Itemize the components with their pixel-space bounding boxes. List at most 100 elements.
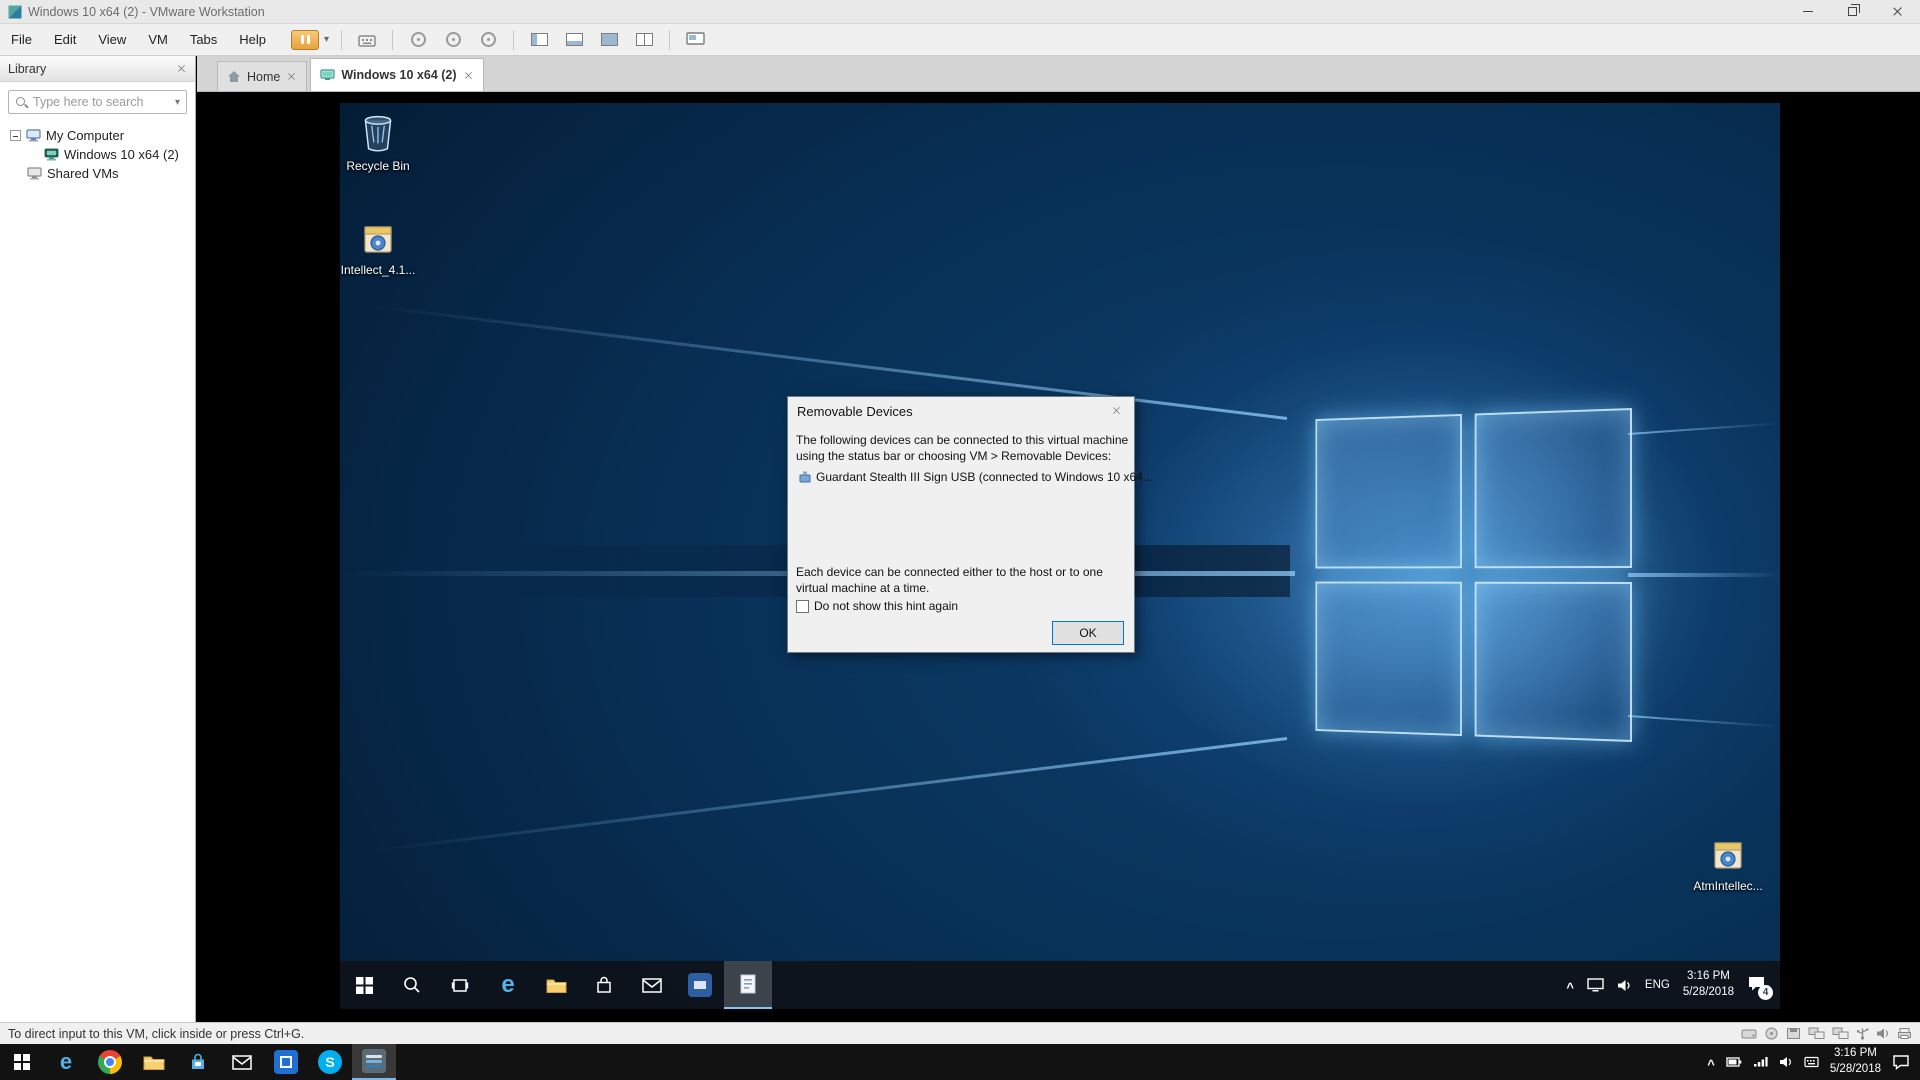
snapshot-icon xyxy=(411,32,426,47)
volume-icon[interactable] xyxy=(1779,1056,1793,1068)
revert-icon xyxy=(446,32,461,47)
menu-edit[interactable]: Edit xyxy=(43,28,87,52)
edge-icon: e xyxy=(60,1051,72,1073)
vm-mail-button[interactable] xyxy=(628,961,676,1009)
tree-item-vm[interactable]: Windows 10 x64 (2) xyxy=(0,145,195,164)
usb-controller-icon[interactable] xyxy=(1856,1027,1869,1040)
network-adapter-icon[interactable] xyxy=(1808,1027,1825,1040)
show-thumbnail-bar-button[interactable] xyxy=(561,29,587,51)
revert-snapshot-button[interactable] xyxy=(440,29,466,51)
desktop-icon-intellect[interactable]: Intellect_4.1... xyxy=(345,217,411,277)
send-ctrl-alt-del-button[interactable] xyxy=(354,29,380,51)
vm-action-center-button[interactable]: 4 xyxy=(1747,975,1766,995)
show-library-button[interactable] xyxy=(526,29,552,51)
mail-icon xyxy=(642,978,662,993)
show-hidden-icons-chevron[interactable]: ^ xyxy=(1707,1057,1715,1072)
host-time: 3:16 PM xyxy=(1830,1046,1881,1062)
desktop-icon-atmintellect[interactable]: AtmIntellec... xyxy=(1695,833,1761,893)
menu-help[interactable]: Help xyxy=(228,28,277,52)
file-explorer-icon xyxy=(546,977,567,994)
take-snapshot-button[interactable] xyxy=(405,29,431,51)
suspend-dropdown-icon[interactable]: ▾ xyxy=(324,34,329,45)
host-edge-button[interactable]: e xyxy=(44,1044,88,1080)
tab-vm[interactable]: Windows 10 x64 (2) xyxy=(310,58,483,91)
vm-active-app-button[interactable] xyxy=(724,961,772,1009)
windows-logo xyxy=(1315,408,1632,742)
close-button[interactable] xyxy=(1875,0,1920,23)
tree-item-my-computer[interactable]: My Computer xyxy=(0,126,195,145)
show-hidden-icons-chevron[interactable]: ^ xyxy=(1566,980,1574,995)
search-dropdown-icon[interactable]: ▾ xyxy=(175,97,180,108)
suspend-button[interactable] xyxy=(291,30,319,50)
dialog-title: Removable Devices xyxy=(797,404,913,419)
floppy-icon[interactable] xyxy=(1786,1027,1801,1040)
vm-display-area[interactable]: Recycle Bin Intellect_4.1... A xyxy=(197,92,1920,1022)
hard-disk-icon[interactable] xyxy=(1741,1027,1757,1040)
tab-close-icon[interactable] xyxy=(464,71,473,80)
thumbnail-bar-icon xyxy=(566,33,583,46)
manage-snapshots-button[interactable] xyxy=(475,29,501,51)
sound-card-icon[interactable] xyxy=(1876,1027,1890,1040)
desktop-icon-label: Intellect_4.1... xyxy=(341,263,416,277)
host-mail-button[interactable] xyxy=(220,1044,264,1080)
host-clock[interactable]: 3:16 PM 5/28/2018 xyxy=(1830,1046,1881,1077)
toolbar-separator xyxy=(669,30,670,50)
cdrom-icon[interactable] xyxy=(1764,1027,1779,1040)
search-icon xyxy=(403,976,421,994)
checkbox[interactable] xyxy=(796,600,809,613)
vm-store-button[interactable] xyxy=(580,961,628,1009)
vm-app-button[interactable] xyxy=(676,961,724,1009)
menubar: File Edit View VM Tabs Help ▾ xyxy=(0,24,1920,56)
menu-tabs[interactable]: Tabs xyxy=(179,28,228,52)
ok-button[interactable]: OK xyxy=(1052,621,1124,645)
dialog-intro-text: The following devices can be connected t… xyxy=(796,433,1130,464)
windows-logo-pane xyxy=(1475,582,1632,742)
fullscreen-button[interactable] xyxy=(596,29,622,51)
tree-item-shared-vms[interactable]: Shared VMs xyxy=(0,164,195,183)
battery-icon[interactable] xyxy=(1726,1056,1742,1068)
collapse-icon[interactable] xyxy=(10,130,21,141)
dialog-note-text: Each device can be connected either to t… xyxy=(796,565,1126,596)
vm-edge-button[interactable]: e xyxy=(484,961,532,1009)
volume-icon[interactable] xyxy=(1617,979,1632,992)
host-skype-button[interactable]: S xyxy=(308,1044,352,1080)
vm-screen[interactable]: Recycle Bin Intellect_4.1... A xyxy=(340,103,1780,1009)
dialog-titlebar[interactable]: Removable Devices xyxy=(788,397,1134,425)
host-start-button[interactable] xyxy=(0,1044,44,1080)
dont-show-again-option[interactable]: Do not show this hint again xyxy=(796,599,958,613)
language-indicator[interactable]: ENG xyxy=(1645,979,1670,991)
vm-file-explorer-button[interactable] xyxy=(532,961,580,1009)
restore-button[interactable] xyxy=(1830,0,1875,23)
network-adapter-icon-2[interactable] xyxy=(1832,1027,1849,1040)
vm-start-button[interactable] xyxy=(340,961,388,1009)
action-center-icon[interactable] xyxy=(1892,1054,1910,1070)
vm-task-view-button[interactable] xyxy=(436,961,484,1009)
tree-item-label: Shared VMs xyxy=(47,166,119,181)
library-close-button[interactable] xyxy=(176,63,187,74)
menu-view[interactable]: View xyxy=(87,28,137,52)
menu-vm[interactable]: VM xyxy=(137,28,179,52)
windows-logo-pane xyxy=(1475,408,1632,568)
host-file-explorer-button[interactable] xyxy=(132,1044,176,1080)
desktop-icon-recycle-bin[interactable]: Recycle Bin xyxy=(345,111,411,173)
host-vmware-button[interactable] xyxy=(352,1044,396,1080)
console-view-button[interactable] xyxy=(682,29,708,51)
network-icon[interactable] xyxy=(1587,978,1604,992)
menu-file[interactable]: File xyxy=(0,28,43,52)
host-chrome-button[interactable] xyxy=(88,1044,132,1080)
device-list-item[interactable]: Guardant Stealth III Sign USB (connected… xyxy=(798,470,1153,484)
vm-clock[interactable]: 3:16 PM 5/28/2018 xyxy=(1683,969,1734,1000)
search-input[interactable] xyxy=(33,95,170,109)
unity-button[interactable] xyxy=(631,29,657,51)
host-store-button[interactable] xyxy=(176,1044,220,1080)
dialog-close-button[interactable] xyxy=(1098,397,1134,423)
tab-home[interactable]: Home xyxy=(217,61,307,91)
vm-search-button[interactable] xyxy=(388,961,436,1009)
minimize-button[interactable] xyxy=(1785,0,1830,23)
keyboard-icon[interactable] xyxy=(1804,1056,1819,1068)
network-icon[interactable] xyxy=(1753,1056,1768,1068)
tab-close-icon[interactable] xyxy=(287,72,296,81)
host-app-button[interactable] xyxy=(264,1044,308,1080)
library-search[interactable]: ▾ xyxy=(8,90,187,114)
printer-icon[interactable] xyxy=(1897,1027,1912,1040)
